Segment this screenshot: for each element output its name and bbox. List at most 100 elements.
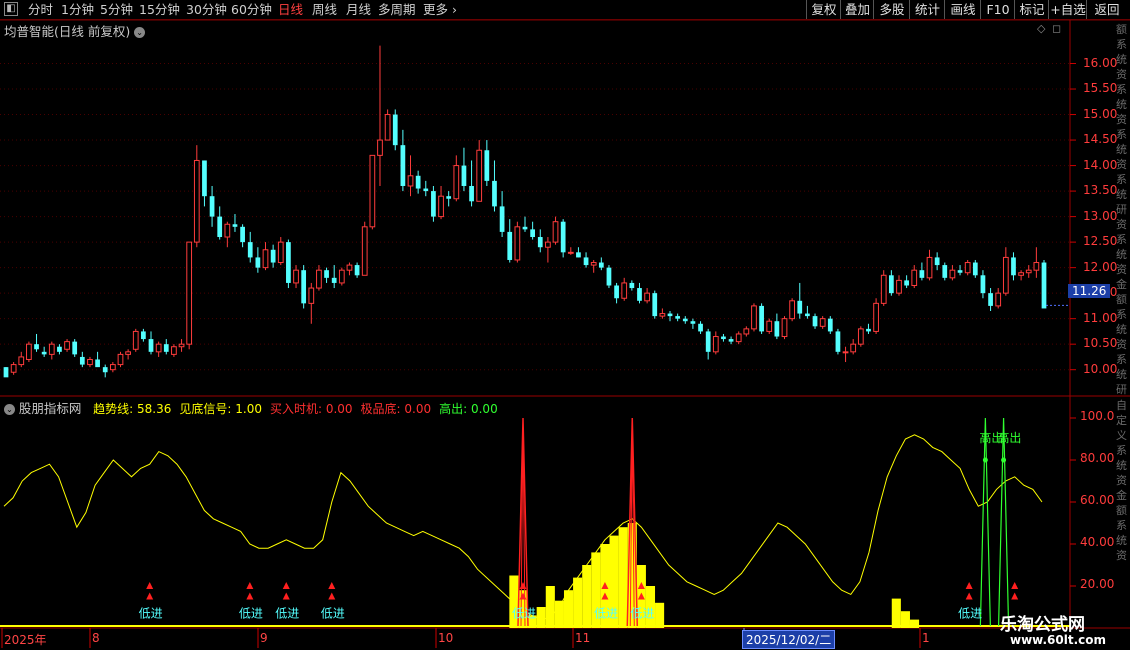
- watermark-url: www.60lt.com: [1010, 633, 1107, 647]
- candle-body-up: [316, 269, 322, 289]
- candle-body-up: [26, 343, 32, 360]
- low-entry-arrow: [282, 592, 290, 600]
- candle-body-up: [117, 353, 124, 366]
- candle-body-up: [857, 328, 864, 345]
- price-tick-label: 15.00: [1083, 106, 1118, 121]
- signal-bar: [582, 565, 592, 628]
- candle-body-up: [361, 226, 368, 276]
- price-tick-label: 11.00: [1083, 310, 1118, 325]
- candle-body-up: [377, 139, 383, 156]
- candle-body-down: [774, 321, 780, 337]
- candle-body-up: [751, 305, 757, 330]
- candle-body-down: [484, 150, 490, 181]
- candle-body-up: [712, 336, 719, 353]
- high-out-dot: [982, 457, 988, 463]
- low-entry-arrow: [282, 582, 290, 589]
- low-entry-arrow: [1011, 582, 1019, 589]
- candle-body-down: [400, 145, 406, 186]
- candle-body-up: [781, 318, 788, 338]
- candle-body-down: [331, 277, 337, 283]
- candle-body-up: [1033, 262, 1040, 271]
- candle-body-down: [1041, 262, 1047, 309]
- candle-body-up: [850, 343, 857, 353]
- low-entry-arrow: [1011, 592, 1019, 600]
- candle-body-up: [735, 333, 742, 343]
- candle-body-down: [866, 328, 871, 332]
- candle-body-down: [209, 196, 215, 217]
- candle-body-down: [721, 336, 726, 340]
- candle-body-down: [507, 231, 513, 260]
- candle-body-up: [453, 165, 460, 200]
- candle-body-down: [324, 270, 329, 278]
- selected-date: 2025/12/02/二: [742, 630, 836, 649]
- candle-body-up: [911, 269, 918, 286]
- candle-body-up: [384, 114, 391, 141]
- candle-body-up: [109, 364, 116, 371]
- candle-body-down: [102, 367, 108, 373]
- indicator-name: 股朋指标网: [18, 401, 82, 416]
- candle-body-up: [10, 364, 17, 373]
- candle-body-down: [95, 359, 100, 368]
- candle-body-down: [682, 318, 688, 322]
- candle-body-down: [652, 293, 658, 317]
- candle-body-up: [743, 328, 750, 335]
- indicator-tick-label: 100.0: [1080, 409, 1115, 423]
- candle-body-up: [964, 262, 971, 274]
- candle-body-up: [224, 223, 231, 238]
- candle-body-up: [338, 269, 345, 284]
- candle-body-down: [255, 257, 261, 268]
- low-entry-label: 低进: [139, 606, 163, 620]
- candle-body-down: [919, 270, 925, 278]
- price-tick-label: 12.00: [1083, 259, 1118, 274]
- candle-body-up: [567, 251, 574, 254]
- price-tick-label: 16.00: [1083, 55, 1118, 70]
- candle-body-down: [431, 191, 436, 217]
- signal-bar: [655, 602, 665, 628]
- candle-body-up: [293, 269, 299, 284]
- candle-body-up: [880, 274, 887, 304]
- candle-body-up: [552, 221, 559, 243]
- candle-body-up: [87, 358, 93, 366]
- price-tick-label: 13.50: [1083, 183, 1118, 198]
- candle-body-up: [178, 343, 185, 348]
- candle-body-down: [942, 265, 948, 278]
- kline-chart[interactable]: 低进 低进 低进 低进 低进 低进 低进 低进高出高出: [0, 0, 1130, 650]
- candle-body-up: [659, 313, 666, 317]
- candle-body-up: [1025, 269, 1032, 274]
- candle-body-up: [64, 341, 70, 350]
- candle-body-up: [819, 318, 826, 327]
- candle-body-up: [644, 292, 650, 302]
- candle-body-down: [202, 160, 207, 197]
- low-entry-arrow: [146, 592, 154, 600]
- candle-body-up: [277, 241, 284, 264]
- candle-body-down: [461, 165, 467, 186]
- low-entry-label: 低进: [512, 606, 536, 620]
- date-tick-label: 9: [260, 631, 268, 645]
- indicator-tick-label: 80.00: [1080, 451, 1115, 465]
- candle-body-down: [888, 275, 894, 294]
- chevron-down-icon[interactable]: ⌄: [4, 404, 15, 415]
- candle-body-down: [705, 331, 711, 352]
- indicator-tick-label: 40.00: [1080, 535, 1115, 549]
- high-out-spike: [979, 417, 991, 627]
- candle-body-down: [598, 262, 604, 268]
- low-entry-arrow: [246, 582, 254, 589]
- candle-body-down: [522, 226, 528, 230]
- candle-body-down: [629, 282, 635, 289]
- date-tick-label: 1: [922, 631, 930, 645]
- candle-body-up: [926, 256, 933, 279]
- low-entry-label: 低进: [958, 606, 982, 620]
- price-tick-label: 14.00: [1083, 157, 1118, 172]
- candle-body-down: [34, 344, 39, 350]
- indicator-value-4: 极品底: 0.00: [360, 402, 432, 416]
- candle-body-down: [980, 275, 986, 294]
- candle-body-down: [637, 288, 642, 301]
- low-entry-arrow: [965, 592, 973, 600]
- low-entry-arrow: [328, 592, 336, 600]
- candle-body-down: [583, 257, 589, 266]
- signal-bar: [545, 586, 555, 628]
- candle-body-down: [232, 224, 238, 227]
- signal-bar: [554, 600, 564, 628]
- candle-body-up: [308, 287, 315, 304]
- date-tick-label: 11: [575, 631, 591, 645]
